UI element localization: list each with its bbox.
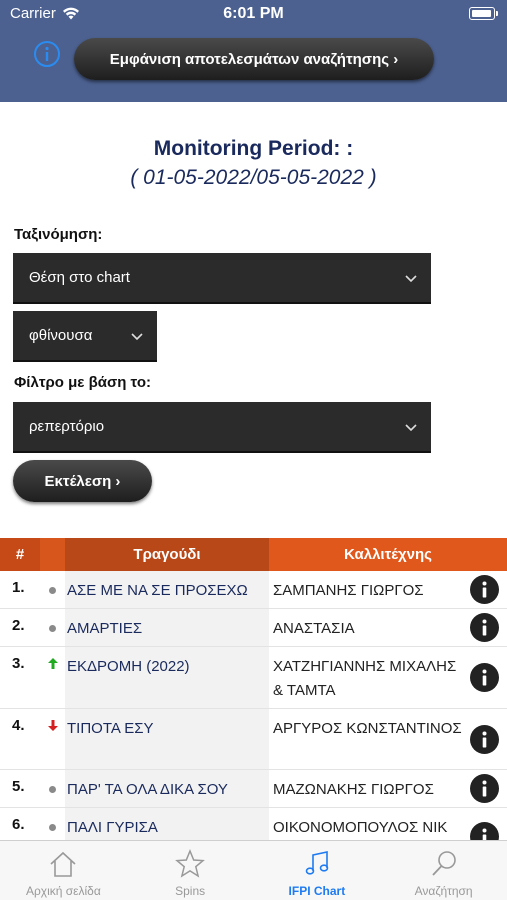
status-bar: Carrier 6:01 PM bbox=[0, 0, 507, 30]
sort-field-value: Θέση στο chart bbox=[29, 269, 130, 286]
sort-order-dropdown[interactable]: φθίνουσα bbox=[13, 311, 157, 362]
row-rank: 1. bbox=[0, 571, 40, 608]
row-info-icon[interactable] bbox=[470, 725, 499, 754]
sort-order-value: φθίνουσα bbox=[29, 327, 93, 344]
row-info-icon[interactable] bbox=[470, 613, 499, 642]
period-title: Monitoring Period: : bbox=[153, 137, 354, 160]
row-info-icon[interactable] bbox=[470, 663, 499, 692]
show-search-results-button[interactable]: Εμφάνιση αποτελεσμάτων αναζήτησης › bbox=[74, 38, 434, 80]
star-icon bbox=[175, 849, 206, 878]
row-song-title: ΤΙΠΟΤΑ ΕΣΥ bbox=[67, 720, 154, 737]
tab-bar: Αρχική σελίδα Spins IFPI Chart Αναζήτηση bbox=[0, 840, 507, 900]
row-info-icon[interactable] bbox=[470, 575, 499, 604]
row-rank: 5. bbox=[0, 770, 40, 807]
tab-spins-label: Spins bbox=[175, 884, 206, 898]
sort-field-dropdown[interactable]: Θέση στο chart bbox=[13, 253, 431, 304]
row-song: ΑΣΕ ΜΕ ΝΑ ΣΕ ΠΡΟΣΕΧΩ bbox=[65, 571, 269, 608]
chevron-down-icon bbox=[405, 423, 417, 431]
status-time: 6:01 PM bbox=[223, 5, 284, 22]
row-song: ΤΙΠΟΤΑ ΕΣΥ bbox=[65, 709, 269, 769]
tab-search-label: Αναζήτηση bbox=[414, 884, 473, 898]
row-song-title: ΠΑΛΙ ΓΥΡΙΣΑ bbox=[67, 819, 158, 836]
table-row[interactable]: 4. ΤΙΠΟΤΑ ΕΣΥ ΑΡΓΥΡΟΣ ΚΩΝΣΤΑΝΤΙΝΟΣ bbox=[0, 709, 507, 770]
tab-home-label: Αρχική σελίδα bbox=[25, 884, 101, 898]
row-song: ΕΚΔΡΟΜΗ (2022) bbox=[65, 647, 269, 708]
column-header-num: # bbox=[0, 538, 40, 571]
row-song-title: ΠΑΡ' ΤΑ ΟΛΑ ΔΙΚΑ ΣΟΥ bbox=[67, 781, 228, 798]
battery-icon bbox=[469, 7, 498, 20]
trend-same-icon bbox=[40, 571, 65, 608]
chevron-down-icon bbox=[131, 332, 143, 340]
column-header-artist: Καλλιτέχνης bbox=[269, 538, 507, 571]
info-icon[interactable] bbox=[33, 40, 61, 68]
trend-down-icon bbox=[40, 709, 65, 769]
row-song: ΑΜΑΡΤΙΕΣ bbox=[65, 609, 269, 646]
column-header-song: Τραγούδι bbox=[65, 538, 269, 571]
row-song-title: ΕΚΔΡΟΜΗ (2022) bbox=[67, 658, 190, 675]
row-rank: 3. bbox=[0, 647, 40, 708]
filter-label: Φίλτρο με βάση το: bbox=[14, 374, 151, 391]
filter-value: ρεπερτόριο bbox=[29, 418, 105, 435]
row-rank: 4. bbox=[0, 709, 40, 769]
trend-same-icon bbox=[40, 770, 65, 807]
tab-ifpi-chart[interactable]: IFPI Chart bbox=[254, 841, 381, 900]
table-row[interactable]: 1. ΑΣΕ ΜΕ ΝΑ ΣΕ ΠΡΟΣΕΧΩ ΣΑΜΠΑΝΗΣ ΓΙΩΡΓΟΣ bbox=[0, 571, 507, 609]
tab-search[interactable]: Αναζήτηση bbox=[380, 841, 507, 900]
trend-up-icon bbox=[40, 647, 65, 708]
sort-label: Ταξινόμηση: bbox=[14, 226, 103, 243]
home-icon bbox=[50, 851, 76, 877]
tab-ifpi-chart-label: IFPI Chart bbox=[288, 884, 346, 898]
table-row[interactable]: 2. ΑΜΑΡΤΙΕΣ ΑΝΑΣΤΑΣΙΑ bbox=[0, 609, 507, 647]
run-button-label: Εκτέλεση › bbox=[44, 472, 121, 490]
row-song-title: ΑΜΑΡΤΙΕΣ bbox=[67, 620, 143, 637]
row-song-title: ΑΣΕ ΜΕ ΝΑ ΣΕ ΠΡΟΣΕΧΩ bbox=[67, 582, 248, 599]
period-range: ( 01-05-2022/05-05-2022 ) bbox=[130, 166, 377, 189]
music-note-icon bbox=[305, 851, 329, 875]
row-song: ΠΑΡ' ΤΑ ΟΛΑ ΔΙΚΑ ΣΟΥ bbox=[65, 770, 269, 807]
run-button[interactable]: Εκτέλεση › bbox=[13, 460, 152, 502]
chevron-down-icon bbox=[405, 274, 417, 282]
trend-same-icon bbox=[40, 609, 65, 646]
header-bar: Carrier 6:01 PM Εμφάνιση αποτελεσμάτων α… bbox=[0, 0, 507, 102]
search-icon bbox=[431, 851, 456, 876]
table-row[interactable]: 5. ΠΑΡ' ΤΑ ΟΛΑ ΔΙΚΑ ΣΟΥ ΜΑΖΩΝΑΚΗΣ ΓΙΩΡΓΟ… bbox=[0, 770, 507, 808]
table-header: # Τραγούδι Καλλιτέχνης bbox=[0, 538, 507, 571]
column-header-trend bbox=[40, 538, 65, 571]
tab-home[interactable]: Αρχική σελίδα bbox=[0, 841, 127, 900]
filter-dropdown[interactable]: ρεπερτόριο bbox=[13, 402, 431, 453]
table-row[interactable]: 3. ΕΚΔΡΟΜΗ (2022) ΧΑΤΖΗΓΙΑΝΝΗΣ ΜΙΧΑΛΗΣ &… bbox=[0, 647, 507, 709]
tab-spins[interactable]: Spins bbox=[127, 841, 254, 900]
row-info-icon[interactable] bbox=[470, 774, 499, 803]
row-rank: 2. bbox=[0, 609, 40, 646]
chart-table: # Τραγούδι Καλλιτέχνης 1. ΑΣΕ ΜΕ ΝΑ ΣΕ Π… bbox=[0, 538, 507, 851]
show-search-results-label: Εμφάνιση αποτελεσμάτων αναζήτησης › bbox=[109, 50, 399, 68]
